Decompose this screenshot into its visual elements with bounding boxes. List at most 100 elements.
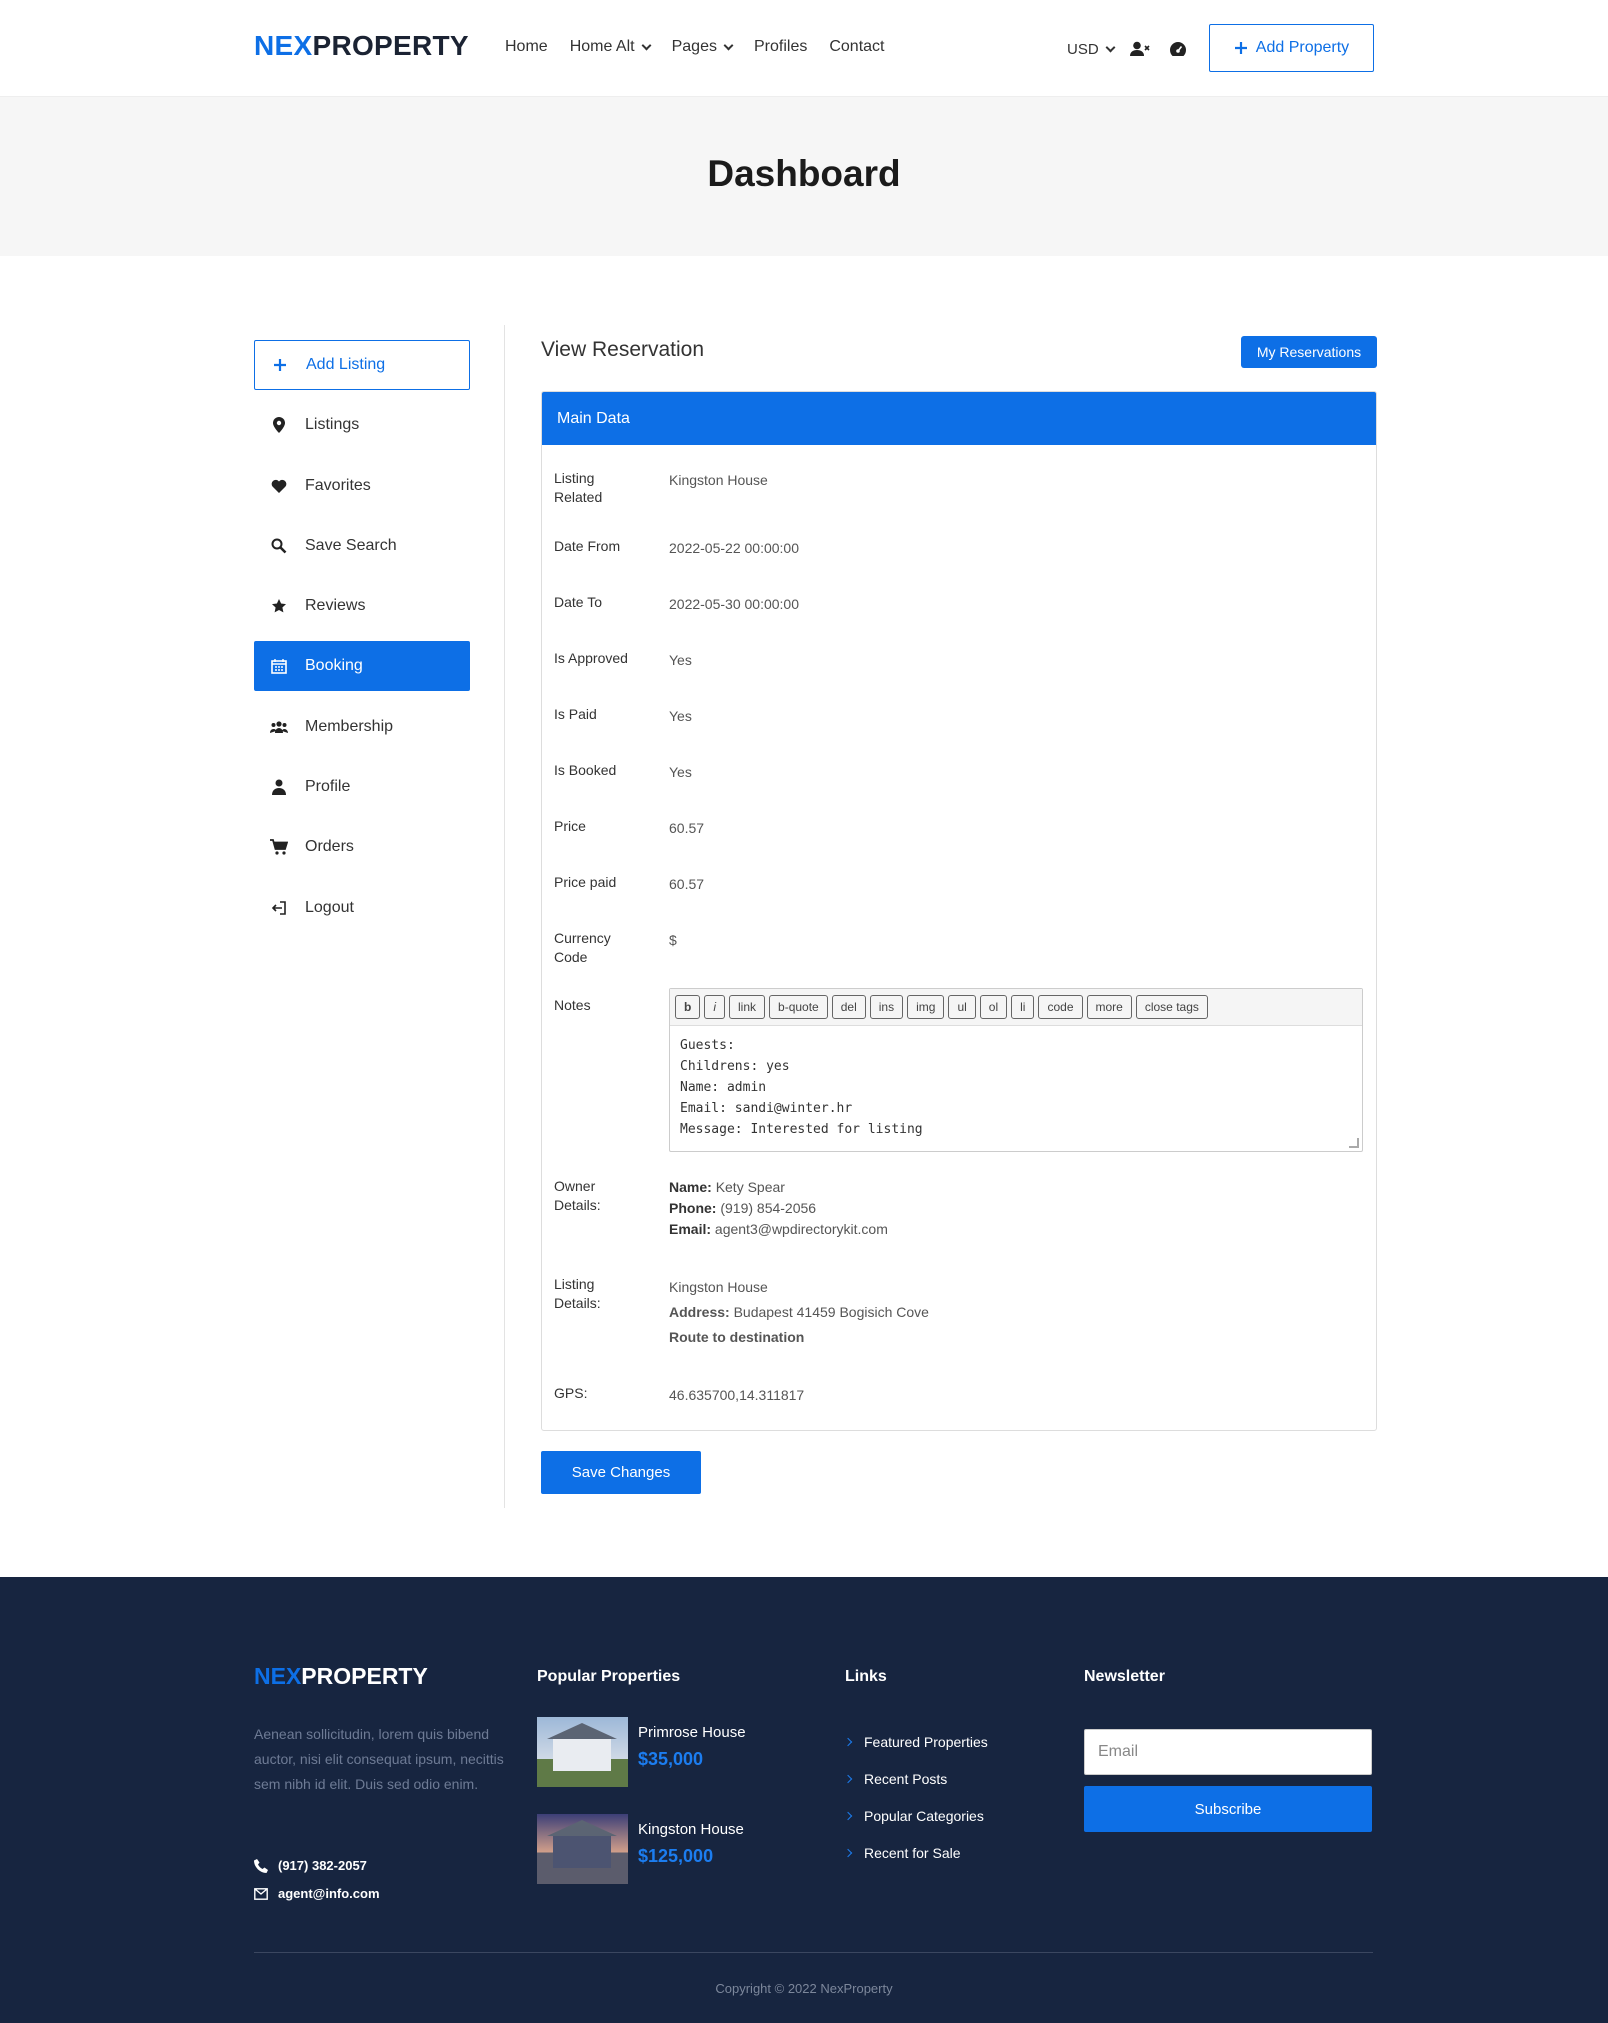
nav-home-alt[interactable]: Home Alt <box>570 38 652 56</box>
field-label-gps: GPS: <box>554 1385 588 1401</box>
chevron-down-icon <box>641 40 652 50</box>
newsletter-title: Newsletter <box>1084 1668 1165 1685</box>
popular-property-item[interactable]: Kingston House $125,000 <box>537 1814 744 1884</box>
nav-contact[interactable]: Contact <box>829 38 884 56</box>
newsletter-email-input[interactable]: Email <box>1084 1729 1372 1775</box>
field-value-date-from: 2022-05-22 00:00:00 <box>669 540 799 556</box>
listing-address: Budapest 41459 Bogisich Cove <box>733 1304 929 1320</box>
chevron-down-icon <box>723 40 734 50</box>
footer-link-recent-posts[interactable]: Recent Posts <box>843 1771 947 1787</box>
field-value-is-booked: Yes <box>669 764 692 780</box>
toolbar-button-ins[interactable]: ins <box>869 995 904 1019</box>
main-nav: Home Home Alt Pages Profiles Contact <box>505 38 884 56</box>
field-value-price-paid: 60.57 <box>669 876 705 892</box>
field-value-price: 60.57 <box>669 820 705 836</box>
section-title: View Reservation <box>541 338 705 361</box>
footer-link-recent-for-sale[interactable]: Recent for Sale <box>843 1845 961 1861</box>
field-label-listing-details: Listing Details: <box>554 1276 601 1311</box>
field-label-notes: Notes <box>554 997 591 1013</box>
footer-description: Aenean sollicitudin, lorem quis bibend a… <box>254 1726 504 1792</box>
popular-property-item[interactable]: Primrose House $35,000 <box>537 1717 746 1787</box>
sidebar-item-orders[interactable]: Orders <box>254 822 470 872</box>
sidebar-item-membership[interactable]: Membership <box>254 702 470 752</box>
sidebar-item-favorites[interactable]: Favorites <box>254 461 470 511</box>
sidebar-item-logout[interactable]: Logout <box>254 883 470 933</box>
notes-textarea[interactable]: Guests: Childrens: yes Name: admin Email… <box>670 1026 1362 1149</box>
cart-icon <box>270 838 288 856</box>
popular-properties-title: Popular Properties <box>537 1668 681 1685</box>
phone-icon <box>254 1858 268 1873</box>
logout-icon <box>270 899 288 917</box>
field-label-date-to: Date To <box>554 594 602 610</box>
toolbar-button-img[interactable]: img <box>907 995 945 1019</box>
footer-email: agent@info.com <box>254 1886 380 1901</box>
add-property-button[interactable]: Add Property <box>1209 24 1374 72</box>
star-icon <box>270 597 288 615</box>
search-icon <box>270 537 288 555</box>
sidebar-item-booking[interactable]: Booking <box>254 641 470 692</box>
field-label-owner-details: Owner Details: <box>554 1178 601 1213</box>
my-reservations-button[interactable]: My Reservations <box>1241 336 1377 368</box>
property-name: Kingston House <box>638 1821 744 1838</box>
site-logo[interactable]: NEXPROPERTY <box>254 30 469 62</box>
save-changes-button[interactable]: Save Changes <box>541 1451 701 1494</box>
map-pin-icon <box>270 416 288 434</box>
footer-link-popular-categories[interactable]: Popular Categories <box>843 1808 984 1824</box>
property-thumbnail <box>537 1717 628 1787</box>
resize-handle[interactable] <box>1349 1138 1359 1148</box>
toolbar-button-link[interactable]: link <box>729 995 766 1019</box>
toolbar-button-li[interactable]: li <box>1011 995 1035 1019</box>
nav-pages[interactable]: Pages <box>672 38 734 56</box>
field-label-price: Price <box>554 818 586 834</box>
currency-select[interactable]: USD <box>1067 41 1116 58</box>
group-icon <box>270 718 288 736</box>
sidebar-item-save-search[interactable]: Save Search <box>254 521 470 571</box>
user-login-icon[interactable] <box>1128 38 1152 60</box>
reservation-panel: Main Data Listing Related Kingston House… <box>541 391 1377 1431</box>
heart-icon <box>270 477 288 495</box>
sidebar-item-add-listing[interactable]: Add Listing <box>254 340 470 390</box>
property-name: Primrose House <box>638 1724 746 1741</box>
sidebar-item-listings[interactable]: Listings <box>254 400 470 450</box>
toolbar-button-blockquote[interactable]: b-quote <box>769 995 828 1019</box>
listing-name[interactable]: Kingston House <box>669 1275 929 1300</box>
footer-divider <box>254 1952 1373 1953</box>
route-to-destination-link[interactable]: Route to destination <box>669 1325 929 1350</box>
editor-toolbar: b i link b-quote del ins img ul ol li co… <box>670 989 1362 1026</box>
dashboard-gauge-icon[interactable] <box>1166 38 1190 60</box>
footer-logo[interactable]: NEXPROPERTY <box>254 1663 428 1690</box>
nav-profiles[interactable]: Profiles <box>754 38 807 56</box>
toolbar-button-ul[interactable]: ul <box>948 995 976 1019</box>
chevron-right-icon <box>843 1848 853 1858</box>
sidebar-item-profile[interactable]: Profile <box>254 762 470 812</box>
site-footer: NEXPROPERTY Aenean sollicitudin, lorem q… <box>0 1577 1608 2023</box>
toolbar-button-more[interactable]: more <box>1086 995 1132 1019</box>
nav-home[interactable]: Home <box>505 38 548 56</box>
notes-editor: b i link b-quote del ins img ul ol li co… <box>669 988 1363 1152</box>
sidebar-item-reviews[interactable]: Reviews <box>254 581 470 631</box>
property-price: $125,000 <box>638 1846 714 1866</box>
owner-email[interactable]: agent3@wpdirectorykit.com <box>715 1221 888 1237</box>
toolbar-button-italic[interactable]: i <box>704 995 726 1019</box>
subscribe-button[interactable]: Subscribe <box>1084 1786 1372 1832</box>
field-label-is-paid: Is Paid <box>554 706 597 722</box>
field-value-listing-related: Kingston House <box>669 472 768 488</box>
page-title-band: Dashboard <box>0 97 1608 256</box>
toolbar-button-ol[interactable]: ol <box>979 995 1008 1019</box>
plus-icon <box>1234 42 1247 54</box>
footer-link-featured-properties[interactable]: Featured Properties <box>843 1734 988 1750</box>
field-label-currency-code: Currency Code <box>554 930 611 965</box>
toolbar-button-bold[interactable]: b <box>675 995 701 1019</box>
page-title: Dashboard <box>707 153 901 194</box>
field-label-is-booked: Is Booked <box>554 762 617 778</box>
owner-details: Name: Kety Spear Phone: (919) 854-2056 E… <box>669 1179 888 1237</box>
sidebar-divider <box>504 325 505 1508</box>
field-label-date-from: Date From <box>554 538 621 554</box>
user-icon <box>270 778 288 796</box>
toolbar-button-close-tags[interactable]: close tags <box>1135 995 1208 1019</box>
owner-name: Kety Spear <box>715 1179 785 1195</box>
field-label-price-paid: Price paid <box>554 874 617 890</box>
toolbar-button-code[interactable]: code <box>1038 995 1083 1019</box>
property-thumbnail <box>537 1814 628 1884</box>
toolbar-button-del[interactable]: del <box>831 995 866 1019</box>
